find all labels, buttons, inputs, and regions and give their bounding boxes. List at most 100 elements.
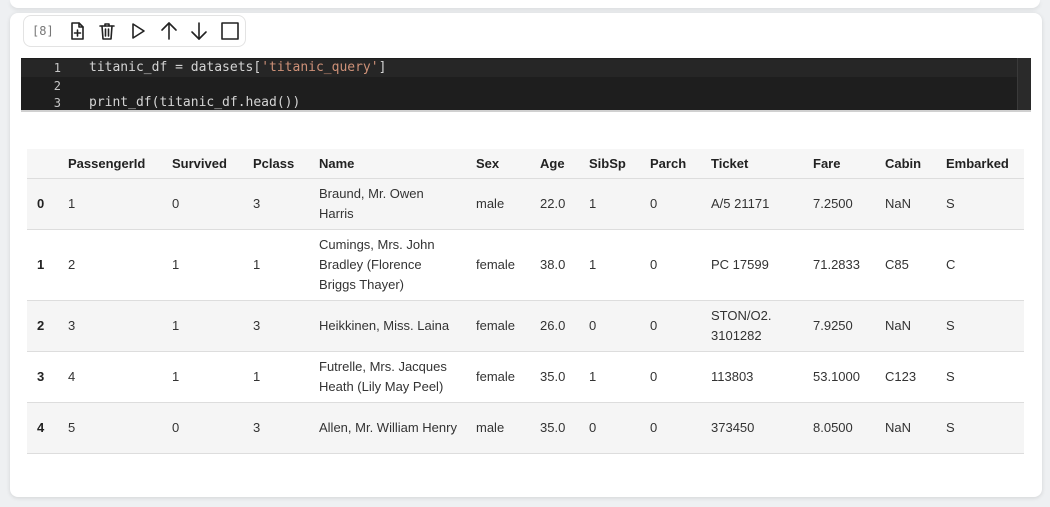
table-cell: 113803 (711, 368, 754, 384)
dataframe-table: PassengerId Survived Pclass Name Sex Age… (27, 149, 1024, 454)
table-cell: 0 (650, 195, 658, 211)
table-cell: A/5 21171 (711, 195, 770, 211)
table-cell: 1 (253, 256, 261, 272)
column-header: Ticket (703, 149, 805, 179)
table-cell: 3 (68, 317, 76, 333)
table-cell: 0 (589, 317, 597, 333)
delete-cell-button[interactable] (92, 17, 123, 45)
table-row: 1 2 1 1 Cumings, Mrs. John Bradley (Flor… (27, 229, 1024, 300)
code-line[interactable]: 2 (21, 77, 1017, 95)
table-cell: 71.2833 (813, 256, 860, 272)
table-cell: 0 (650, 419, 658, 435)
table-cell: 0 (650, 368, 658, 384)
column-header: Fare (805, 149, 877, 179)
table-cell: 35.0 (540, 419, 566, 435)
column-header: PassengerId (60, 149, 164, 179)
column-header: Parch (642, 149, 703, 179)
table-cell: Braund, Mr. Owen Harris (319, 185, 424, 221)
move-up-button[interactable] (153, 17, 184, 45)
table-cell: Heikkinen, Miss. Laina (319, 317, 450, 333)
table-cell: C123 (885, 368, 917, 384)
table-cell: S (946, 419, 955, 435)
table-cell: C (946, 256, 956, 272)
table-cell: 22.0 (540, 195, 566, 211)
previous-cell-edge (10, 0, 1040, 8)
stop-button[interactable] (214, 17, 245, 45)
table-cell: 0 (589, 419, 597, 435)
table-cell: 26.0 (540, 317, 566, 333)
table-cell: 1 (68, 195, 76, 211)
table-cell: 8.0500 (813, 419, 853, 435)
editor-scrollbar[interactable] (1017, 58, 1031, 110)
table-cell: 35.0 (540, 368, 566, 384)
table-cell: 3 (253, 317, 261, 333)
trash-icon (99, 23, 116, 40)
column-header: Sex (468, 149, 532, 179)
table-row: 3 4 1 1 Futrelle, Mrs. Jacques Heath (Li… (27, 351, 1024, 402)
table-cell: Cumings, Mrs. John Bradley (Florence Bri… (319, 236, 435, 292)
table-cell: 3 (253, 195, 261, 211)
table-cell: S (946, 195, 955, 211)
output-area: PassengerId Survived Pclass Name Sex Age… (27, 149, 1024, 454)
line-number: 2 (53, 79, 61, 93)
table-cell: C85 (885, 256, 909, 272)
line-number: 3 (53, 96, 61, 110)
column-header: Cabin (877, 149, 938, 179)
table-cell: S (946, 317, 955, 333)
run-cell-button[interactable] (123, 17, 154, 45)
row-index: 4 (37, 420, 45, 435)
table-cell: 1 (172, 317, 180, 333)
table-cell: S (946, 368, 955, 384)
execution-count: [8] (32, 24, 54, 38)
table-cell: male (476, 195, 505, 211)
arrow-up-icon (160, 22, 177, 40)
row-index: 0 (37, 196, 45, 211)
row-index: 3 (37, 369, 45, 384)
table-cell: 1 (589, 256, 597, 272)
table-cell: NaN (885, 419, 912, 435)
table-cell: PC 17599 (711, 256, 769, 272)
column-header: Name (311, 149, 468, 179)
file-plus-icon (71, 22, 84, 40)
table-cell: Futrelle, Mrs. Jacques Heath (Lily May P… (319, 358, 447, 394)
table-cell: 3 (253, 419, 261, 435)
table-cell: 5 (68, 419, 76, 435)
table-cell: STON/O2. 3101282 (711, 307, 772, 343)
table-cell: 2 (68, 256, 76, 272)
table-cell: 0 (650, 256, 658, 272)
table-cell: 1 (172, 368, 180, 384)
table-cell: 0 (172, 195, 180, 211)
column-header: SibSp (581, 149, 642, 179)
column-header: Pclass (245, 149, 311, 179)
notebook-cell[interactable]: [8] 1 titanic_df = datasets['titanic_que… (10, 13, 1042, 497)
square-icon (220, 22, 239, 40)
arrow-down-icon (191, 22, 207, 40)
code-text: titanic_df = datasets[ (89, 60, 262, 75)
table-cell: 1 (589, 195, 597, 211)
table-row: 4 5 0 3 Allen, Mr. William Henry male 35… (27, 402, 1024, 453)
column-header: Survived (164, 149, 245, 179)
table-cell: 1 (589, 368, 597, 384)
table-cell: NaN (885, 195, 912, 211)
table-cell: NaN (885, 317, 912, 333)
row-index: 1 (37, 257, 45, 272)
table-cell: female (476, 256, 516, 272)
move-down-button[interactable] (184, 17, 215, 45)
table-row: 0 1 0 3 Braund, Mr. Owen Harris male 22.… (27, 178, 1024, 229)
table-cell: 53.1000 (813, 368, 860, 384)
table-cell: 4 (68, 368, 76, 384)
table-header-row: PassengerId Survived Pclass Name Sex Age… (27, 149, 1024, 179)
insert-cell-button[interactable] (62, 17, 93, 45)
code-editor[interactable]: 1 titanic_df = datasets['titanic_query']… (21, 58, 1031, 112)
table-cell: 0 (650, 317, 658, 333)
code-text: ] (378, 60, 387, 75)
index-header (27, 149, 60, 179)
table-cell: 38.0 (540, 256, 566, 272)
code-line[interactable]: 1 titanic_df = datasets['titanic_query'] (21, 59, 1017, 77)
table-cell: 1 (172, 256, 180, 272)
code-string: 'titanic_query' (261, 60, 379, 75)
column-header: Embarked (938, 149, 1024, 179)
table-cell: Allen, Mr. William Henry (319, 419, 457, 435)
table-row: 2 3 1 3 Heikkinen, Miss. Laina female 26… (27, 300, 1024, 351)
code-line[interactable]: 3 print_df(titanic_df.head()) (21, 94, 1017, 112)
